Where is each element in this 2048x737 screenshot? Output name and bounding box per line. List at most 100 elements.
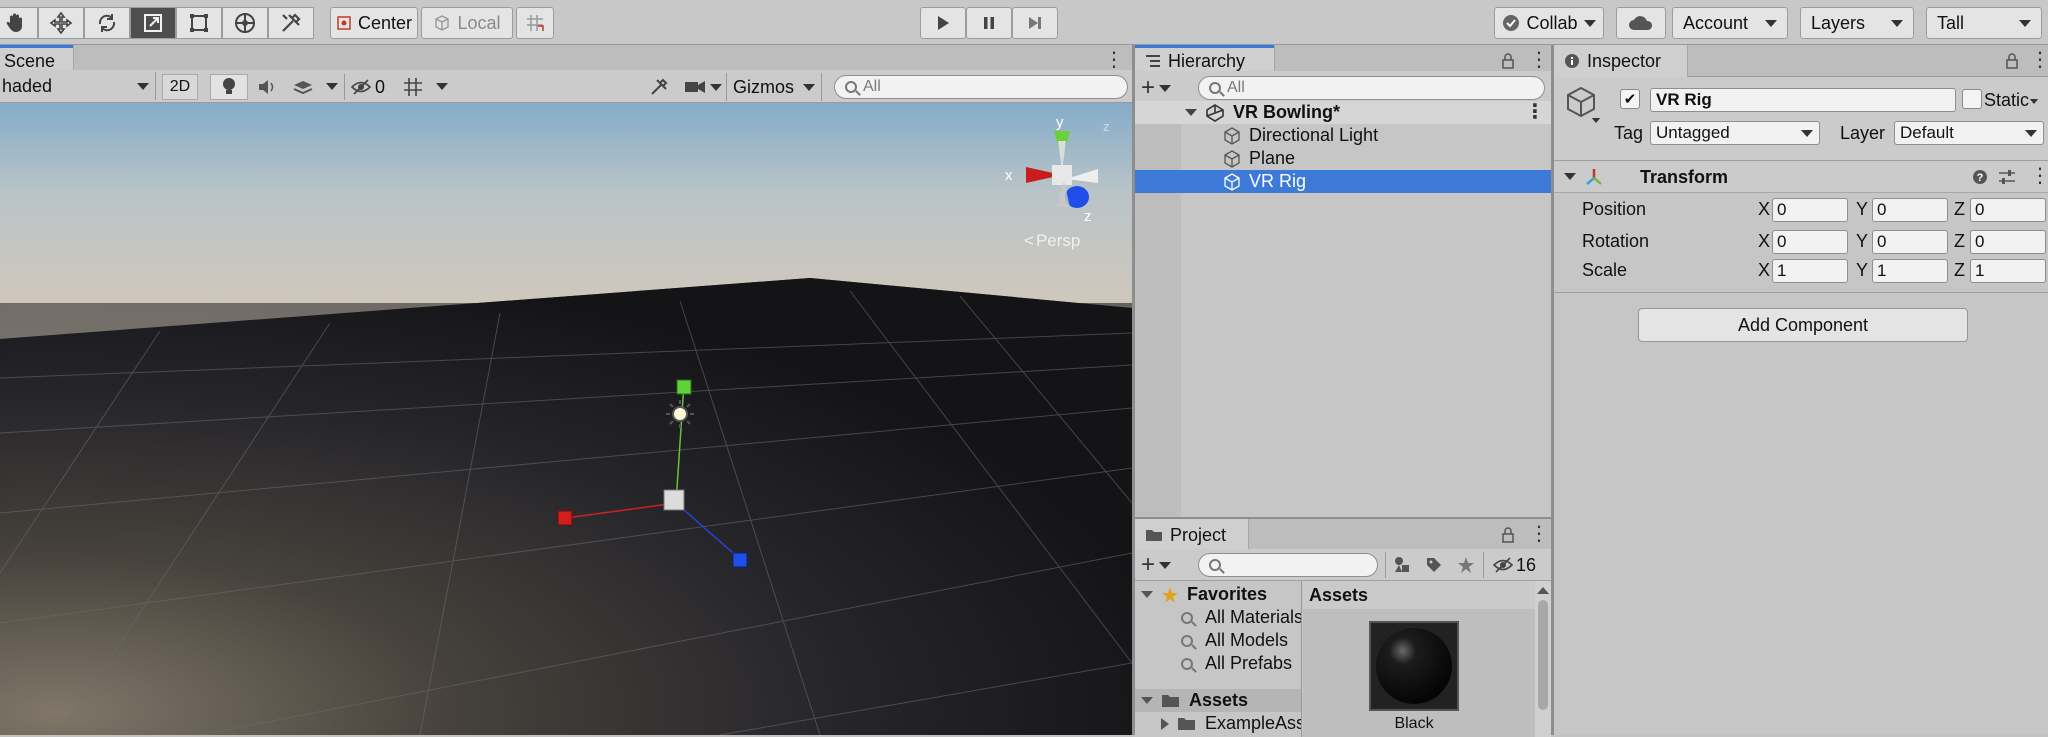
transform-tool-button[interactable] <box>222 7 268 39</box>
scrollbar-thumb[interactable] <box>1538 600 1548 710</box>
scale-z-field[interactable]: 1 <box>1970 259 2046 283</box>
account-dropdown[interactable]: Account <box>1672 7 1788 39</box>
rotate-tool-button[interactable] <box>84 7 130 39</box>
asset-item-black[interactable]: Black <box>1369 621 1459 733</box>
assets-folder-row[interactable]: Assets <box>1135 689 1301 712</box>
hierarchy-search-input[interactable]: All <box>1198 76 1545 100</box>
space-local-button[interactable]: Local <box>421 7 513 39</box>
rect-tool-button[interactable] <box>176 7 222 39</box>
step-button[interactable] <box>1012 7 1058 39</box>
audio-toggle[interactable] <box>250 74 284 100</box>
tab-inspector[interactable]: Inspector <box>1554 45 1688 77</box>
grid-dropdown-arrow[interactable] <box>436 83 448 90</box>
rotation-y-field[interactable]: 0 <box>1872 230 1948 254</box>
project-search-input[interactable] <box>1198 553 1378 577</box>
position-z-field[interactable]: 0 <box>1970 198 2046 222</box>
expand-arrow-icon[interactable] <box>1185 109 1197 116</box>
gizmos-dropdown[interactable]: Gizmos <box>726 73 822 101</box>
more-options-icon[interactable]: ⋮ <box>1529 521 1549 546</box>
filter-by-label-button[interactable] <box>1419 552 1449 578</box>
more-options-icon[interactable]: ⋮ <box>1529 47 1549 72</box>
expand-arrow-icon[interactable] <box>1141 697 1153 704</box>
static-dropdown-arrow[interactable] <box>2029 99 2039 104</box>
shading-mode-dropdown[interactable]: haded <box>0 72 156 100</box>
lighting-toggle[interactable] <box>210 74 248 100</box>
play-button[interactable] <box>920 7 966 39</box>
static-checkbox[interactable] <box>1962 89 1982 109</box>
scene-root-row[interactable]: VR Bowling* ⋮ <box>1135 101 1551 124</box>
more-options-icon[interactable]: ⋮ <box>2030 163 2048 188</box>
folder-icon <box>1178 717 1195 730</box>
scene-viewport[interactable]: y x z z < Persp <box>0 103 1132 735</box>
layer-dropdown[interactable]: Default <box>1894 121 2044 145</box>
more-options-icon[interactable]: ⋮ <box>1104 47 1124 72</box>
tab-project[interactable]: Project <box>1135 519 1249 551</box>
pause-button[interactable] <box>966 7 1012 39</box>
hand-tool-button[interactable] <box>0 7 38 39</box>
position-y-field[interactable]: 0 <box>1872 198 1948 222</box>
favorite-item[interactable]: All Prefabs <box>1181 652 1292 675</box>
hierarchy-item-plane[interactable]: Plane <box>1135 147 1551 170</box>
add-component-button[interactable]: Add Component <box>1638 308 1968 342</box>
axis-x-label: X <box>1758 199 1771 219</box>
layers-dropdown[interactable]: Layers <box>1800 7 1914 39</box>
asset-breadcrumb[interactable]: Assets <box>1303 581 1551 609</box>
scale-y-field[interactable]: 1 <box>1872 259 1948 283</box>
collapse-arrow-icon[interactable] <box>1161 717 1169 730</box>
favorites-row[interactable]: Favorites <box>1141 583 1267 606</box>
active-checkbox[interactable]: ✔ <box>1620 89 1640 109</box>
hidden-packages-toggle[interactable]: 16 <box>1483 552 1545 578</box>
toggle-2d-button[interactable]: 2D <box>162 74 198 100</box>
hand-icon <box>6 13 22 32</box>
axis-y-label: Y <box>1856 231 1869 251</box>
expand-arrow-icon[interactable] <box>1141 591 1153 598</box>
preset-sliders-icon[interactable] <box>1998 169 2016 185</box>
scale-x-field[interactable]: 1 <box>1772 259 1848 283</box>
axis-z-label: Z <box>1954 260 1965 280</box>
favorite-item[interactable]: All Materials <box>1181 606 1301 629</box>
favorites-filter-button[interactable] <box>1451 552 1481 578</box>
cloud-button[interactable] <box>1616 7 1666 39</box>
more-options-icon[interactable]: ⋮ <box>1525 99 1545 124</box>
assets-subfolder-row[interactable]: ExampleAss <box>1161 712 1301 735</box>
transform-component-header[interactable]: Transform ? ⋮ <box>1554 161 2048 193</box>
camera-settings-button[interactable] <box>680 74 724 100</box>
lock-icon[interactable] <box>1500 53 1516 69</box>
custom-tool-button[interactable] <box>268 7 314 39</box>
asset-grid-scrollbar[interactable] <box>1535 581 1551 737</box>
chevron-down-icon <box>1891 19 1903 27</box>
hidden-objects-toggle[interactable]: 0 <box>344 74 392 100</box>
grid-snap-button[interactable] <box>516 7 554 39</box>
effects-toggle[interactable] <box>286 74 320 100</box>
position-x-field[interactable]: 0 <box>1772 198 1848 222</box>
hierarchy-item-vr-rig[interactable]: VR Rig <box>1135 170 1551 193</box>
hierarchy-item-directional-light[interactable]: Directional Light <box>1135 124 1551 147</box>
create-dropdown[interactable]: + <box>1141 74 1183 101</box>
rotation-z-field[interactable]: 0 <box>1970 230 2046 254</box>
favorite-item[interactable]: All Models <box>1181 629 1288 652</box>
scroll-up-icon[interactable] <box>1537 587 1549 594</box>
grid-toggle[interactable] <box>398 74 428 100</box>
pivot-center-button[interactable]: Center <box>330 7 418 39</box>
lock-icon[interactable] <box>2004 53 2020 69</box>
perspective-toggle[interactable]: < Persp <box>1024 231 1080 251</box>
collab-dropdown[interactable]: Collab <box>1494 7 1604 39</box>
filter-by-type-button[interactable] <box>1385 552 1417 578</box>
create-dropdown[interactable]: + <box>1141 551 1183 578</box>
icon-picker-arrow[interactable] <box>1591 118 1601 123</box>
lock-icon[interactable] <box>1500 527 1516 543</box>
rotation-x-field[interactable]: 0 <box>1772 230 1848 254</box>
scene-tools-button[interactable] <box>640 74 678 100</box>
tag-dropdown[interactable]: Untagged <box>1650 121 1820 145</box>
scale-tool-button[interactable] <box>130 7 176 39</box>
move-tool-button[interactable] <box>38 7 84 39</box>
help-icon[interactable]: ? <box>1972 169 1988 185</box>
layout-dropdown[interactable]: Tall <box>1926 7 2042 39</box>
collapse-arrow-icon[interactable] <box>1564 173 1576 180</box>
effects-dropdown-arrow[interactable] <box>326 83 338 90</box>
layer-label: Layer <box>1840 123 1886 143</box>
scene-search-input[interactable]: All <box>834 75 1128 99</box>
more-options-icon[interactable]: ⋮ <box>2030 47 2048 72</box>
object-name-field[interactable]: VR Rig <box>1650 88 1956 112</box>
transform-title: Transform <box>1640 167 1729 187</box>
